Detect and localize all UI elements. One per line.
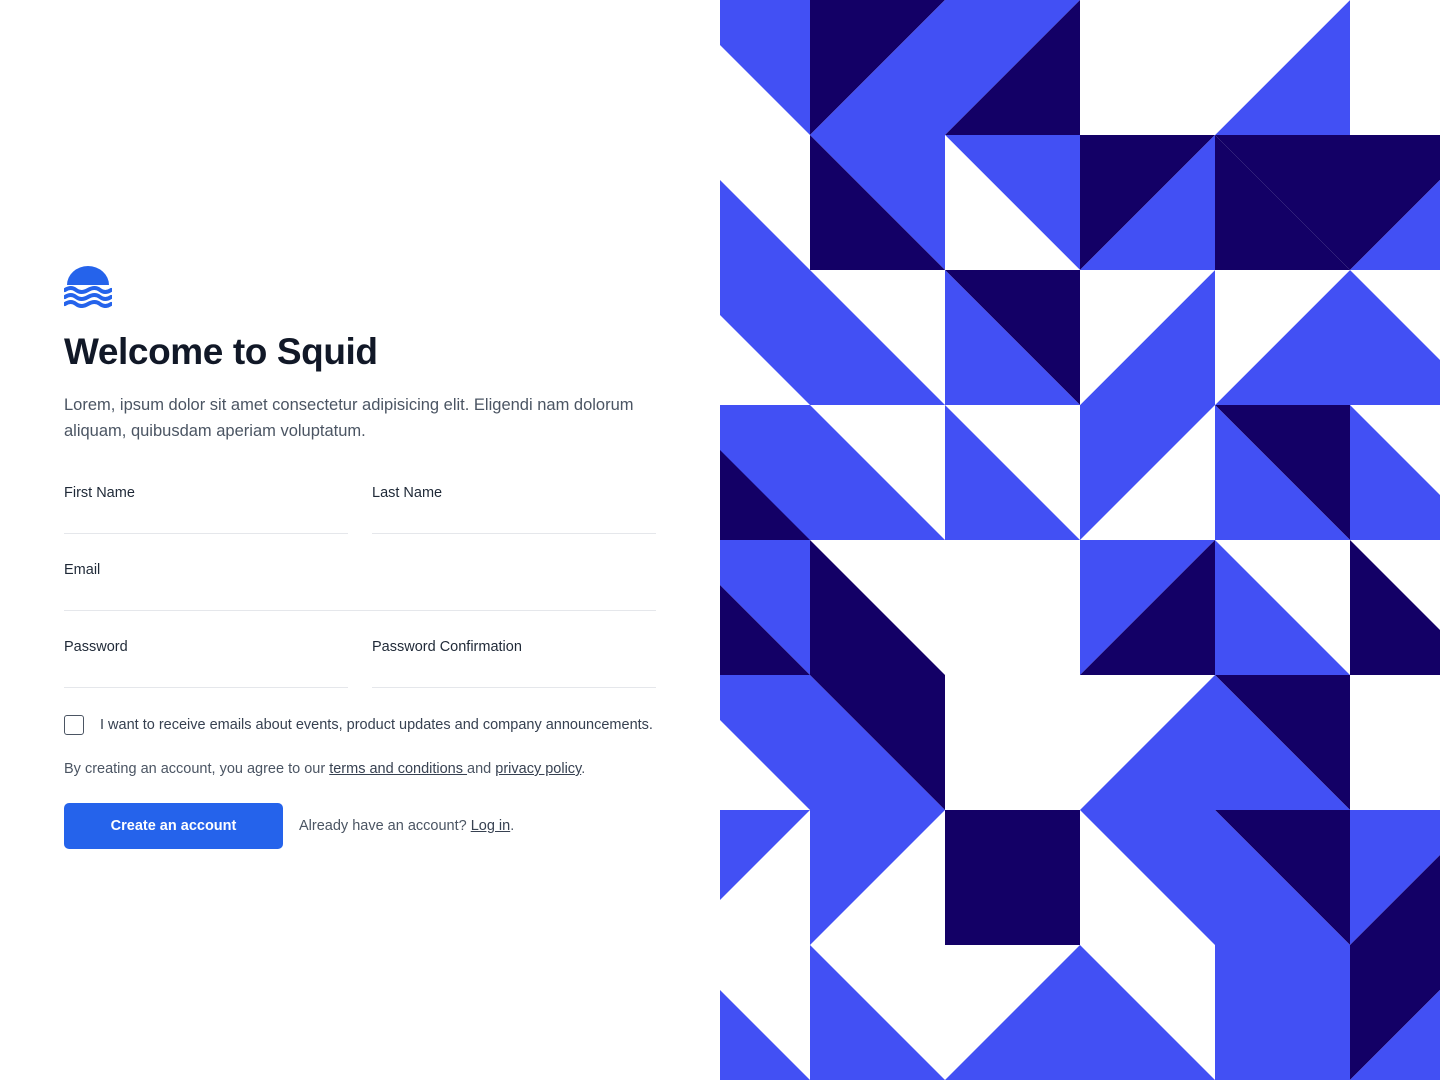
last-name-input[interactable] <box>372 508 656 534</box>
email-field: Email <box>64 561 656 611</box>
privacy-policy-link[interactable]: privacy policy <box>495 761 581 777</box>
geometric-pattern-image <box>720 0 1440 1080</box>
login-prompt: Already have an account? Log in. <box>299 818 514 834</box>
signup-page: Welcome to Squid Lorem, ipsum dolor sit … <box>0 0 1440 1080</box>
decorative-pattern-panel <box>720 0 1440 1080</box>
email-label: Email <box>64 562 101 578</box>
password-input[interactable] <box>64 662 348 688</box>
log-in-link[interactable]: Log in <box>471 818 511 834</box>
password-confirmation-field: Password Confirmation <box>372 638 656 688</box>
password-row: Password Password Confirmation <box>64 638 656 688</box>
password-confirmation-label: Password Confirmation <box>372 639 522 655</box>
terms-prefix: By creating an account, you agree to our <box>64 761 330 777</box>
terms-and-conditions-link[interactable]: terms and conditions <box>329 761 467 777</box>
terms-suffix: . <box>581 761 586 777</box>
last-name-label: Last Name <box>372 485 443 501</box>
marketing-opt-in-checkbox[interactable] <box>64 715 84 735</box>
terms-notice: By creating an account, you agree to our… <box>64 759 656 779</box>
last-name-field: Last Name <box>372 484 656 534</box>
password-field: Password <box>64 638 348 688</box>
email-row: Email <box>64 561 656 611</box>
first-name-label: First Name <box>64 485 135 501</box>
first-name-field: First Name <box>64 484 348 534</box>
password-label: Password <box>64 639 128 655</box>
login-prompt-suffix: . <box>510 818 515 834</box>
marketing-opt-in-label: I want to receive emails about events, p… <box>100 717 653 733</box>
email-input[interactable] <box>64 585 656 611</box>
first-name-input[interactable] <box>64 508 348 534</box>
signup-content: Welcome to Squid Lorem, ipsum dolor sit … <box>64 266 656 849</box>
terms-middle: and <box>467 761 496 777</box>
page-subtitle: Lorem, ipsum dolor sit amet consectetur … <box>64 396 634 440</box>
page-title: Welcome to Squid <box>64 331 378 372</box>
waves-logo-icon <box>64 266 112 308</box>
password-confirmation-input[interactable] <box>372 662 656 688</box>
signup-panel: Welcome to Squid Lorem, ipsum dolor sit … <box>0 0 720 1080</box>
marketing-opt-in-row: I want to receive emails about events, p… <box>64 715 656 735</box>
form-actions: Create an account Already have an accoun… <box>64 803 656 849</box>
name-row: First Name Last Name <box>64 484 656 534</box>
create-account-button[interactable]: Create an account <box>64 803 283 849</box>
login-prompt-prefix: Already have an account? <box>299 818 471 834</box>
